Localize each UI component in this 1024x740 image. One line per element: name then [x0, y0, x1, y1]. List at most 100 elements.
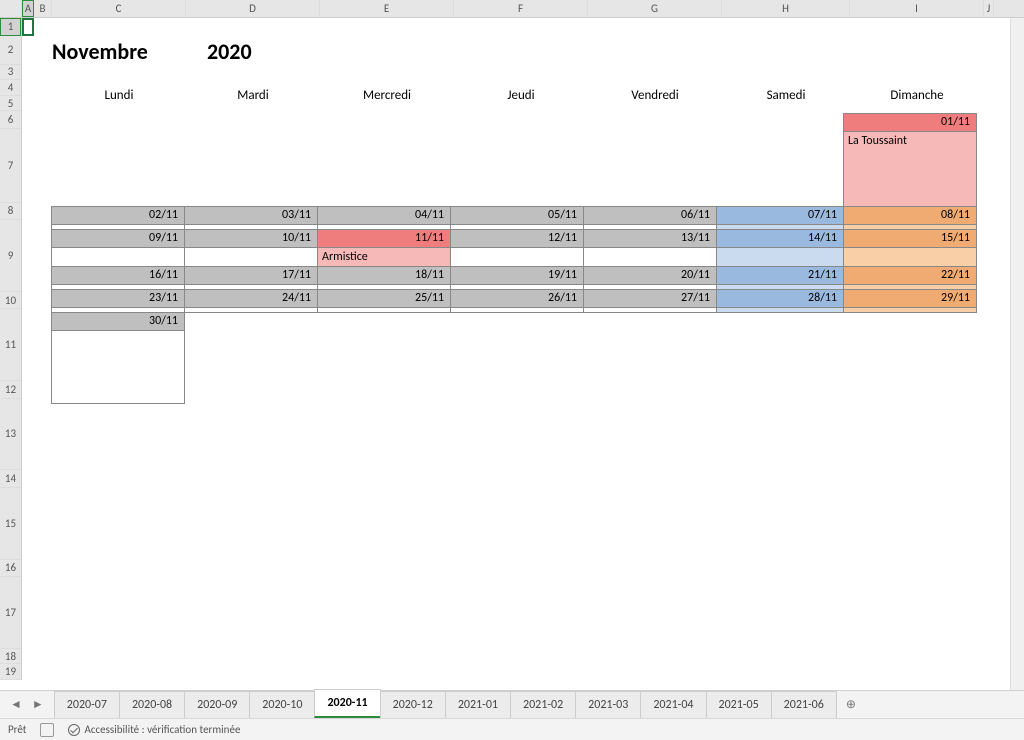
sheet-tab[interactable]: 2021-04 — [640, 691, 706, 718]
row-header-13[interactable]: 13 — [0, 399, 21, 471]
calendar-day[interactable]: 20/11 — [583, 266, 717, 290]
calendar-date-label: 09/11 — [52, 230, 184, 248]
calendar-day[interactable]: 13/11 — [583, 229, 717, 267]
cell-grid[interactable]: Novembre 2020 LundiMardiMercrediJeudiVen… — [22, 18, 1024, 680]
calendar-day[interactable]: 27/11 — [583, 289, 717, 313]
col-header-I[interactable]: I — [850, 0, 984, 17]
sheet-tab[interactable]: 2021-03 — [575, 691, 641, 718]
calendar-day[interactable]: 30/11 — [51, 312, 185, 404]
select-all-corner[interactable] — [0, 0, 22, 17]
calendar-day[interactable]: 16/11 — [51, 266, 185, 290]
calendar-day[interactable]: 23/11 — [51, 289, 185, 313]
row-header-4[interactable]: 4 — [0, 80, 21, 96]
calendar-empty-cell — [843, 312, 977, 404]
calendar-day[interactable]: 29/11 — [843, 289, 977, 313]
accessibility-label: Accessibilité : vérification terminée — [84, 723, 240, 736]
calendar-day[interactable]: 28/11 — [716, 289, 844, 313]
sheet-tab[interactable]: 2020-07 — [54, 691, 120, 718]
accessibility-status[interactable]: Accessibilité : vérification terminée — [68, 723, 240, 736]
sheet-tab[interactable]: 2021-02 — [510, 691, 576, 718]
col-header-H[interactable]: H — [722, 0, 850, 17]
row-header-10[interactable]: 10 — [0, 292, 21, 309]
col-header-B[interactable]: B — [34, 0, 52, 17]
calendar-day[interactable]: 08/11 — [843, 206, 977, 230]
row-header-8[interactable]: 8 — [0, 203, 21, 220]
spreadsheet-window: ABCDEFGHIJ 12345678910111213141516171819… — [0, 0, 1024, 740]
row-header-17[interactable]: 17 — [0, 577, 21, 649]
calendar-day[interactable]: 09/11 — [51, 229, 185, 267]
tab-next-icon[interactable]: ► — [32, 697, 44, 712]
calendar-day[interactable]: 18/11 — [317, 266, 451, 290]
calendar-day[interactable]: 07/11 — [716, 206, 844, 230]
row-header-1[interactable]: 1 — [0, 18, 21, 36]
calendar-date-label: 21/11 — [717, 267, 843, 285]
row-header-9[interactable]: 9 — [0, 220, 21, 292]
calendar-event-label — [185, 248, 317, 266]
calendar-day[interactable]: 21/11 — [716, 266, 844, 290]
calendar-day[interactable]: 12/11 — [450, 229, 584, 267]
calendar-day[interactable]: 19/11 — [450, 266, 584, 290]
calendar-date-label: 01/11 — [844, 114, 976, 132]
col-header-J[interactable]: J — [984, 0, 994, 17]
calendar-day[interactable]: 25/11 — [317, 289, 451, 313]
row-header-3[interactable]: 3 — [0, 65, 21, 81]
sheet-tab[interactable]: 2020-09 — [184, 691, 250, 718]
calendar-grid: 01/11La Toussaint 02/1103/1104/1105/1106/… — [52, 114, 1024, 404]
calendar-date-label: 11/11 — [318, 230, 450, 248]
calendar-day[interactable]: 04/11 — [317, 206, 451, 230]
calendar-date-label: 27/11 — [584, 290, 716, 308]
calendar-day[interactable]: 26/11 — [450, 289, 584, 313]
tab-prev-icon[interactable]: ◄ — [10, 697, 22, 712]
calendar-empty-cell — [583, 113, 717, 207]
calendar-date-label: 17/11 — [185, 267, 317, 285]
row-header-19[interactable]: 19 — [0, 664, 21, 680]
calendar-day[interactable]: 05/11 — [450, 206, 584, 230]
row-header-14[interactable]: 14 — [0, 470, 21, 487]
row-header-18[interactable]: 18 — [0, 649, 21, 665]
calendar-day[interactable]: 01/11La Toussaint — [843, 113, 977, 207]
calendar-empty-cell — [51, 113, 185, 207]
calendar-day[interactable]: 24/11 — [184, 289, 318, 313]
calendar-day[interactable]: 02/11 — [51, 206, 185, 230]
calendar-day[interactable]: 22/11 — [843, 266, 977, 290]
calendar-date-label: 12/11 — [451, 230, 583, 248]
row-header-2[interactable]: 2 — [0, 36, 21, 65]
row-header-6[interactable]: 6 — [0, 111, 21, 128]
sheet-tab[interactable]: 2020-11 — [314, 689, 380, 718]
sheet-tab[interactable]: 2020-10 — [249, 691, 315, 718]
sheet-tab[interactable]: 2021-01 — [445, 691, 511, 718]
calendar-date-label: 15/11 — [844, 230, 976, 248]
calendar-day[interactable]: 17/11 — [184, 266, 318, 290]
sheet-tab[interactable]: 2021-05 — [706, 691, 772, 718]
tab-add-icon[interactable]: ⊕ — [836, 691, 866, 718]
row-header-11[interactable]: 11 — [0, 309, 21, 381]
sheet-tab-bar: ◄ ► 2020-072020-082020-092020-102020-112… — [0, 690, 1024, 718]
col-header-D[interactable]: D — [186, 0, 320, 17]
vertical-scrollbar[interactable] — [1010, 18, 1024, 690]
calendar-day[interactable]: 11/11Armistice — [317, 229, 451, 267]
macro-record-icon[interactable] — [40, 723, 54, 737]
col-header-E[interactable]: E — [320, 0, 454, 17]
calendar-day[interactable]: 06/11 — [583, 206, 717, 230]
calendar-date-label: 05/11 — [451, 207, 583, 225]
row-header-16[interactable]: 16 — [0, 560, 21, 577]
col-header-C[interactable]: C — [52, 0, 186, 17]
calendar-empty-cell — [716, 312, 844, 404]
row-header-15[interactable]: 15 — [0, 488, 21, 560]
calendar-day[interactable]: 03/11 — [184, 206, 318, 230]
calendar-day[interactable]: 14/11 — [716, 229, 844, 267]
col-header-A[interactable]: A — [22, 0, 34, 17]
sheet-tab[interactable]: 2020-12 — [380, 691, 446, 718]
col-header-F[interactable]: F — [454, 0, 588, 17]
sheet-tab[interactable]: 2020-08 — [119, 691, 185, 718]
calendar-empty-cell — [583, 312, 717, 404]
sheet-tab[interactable]: 2021-06 — [771, 691, 837, 718]
row-header-7[interactable]: 7 — [0, 129, 21, 203]
col-header-G[interactable]: G — [588, 0, 722, 17]
row-header-5[interactable]: 5 — [0, 96, 21, 112]
calendar-day[interactable]: 15/11 — [843, 229, 977, 267]
calendar-date-label: 04/11 — [318, 207, 450, 225]
calendar-day[interactable]: 10/11 — [184, 229, 318, 267]
row-header-12[interactable]: 12 — [0, 381, 21, 398]
calendar-date-label: 19/11 — [451, 267, 583, 285]
